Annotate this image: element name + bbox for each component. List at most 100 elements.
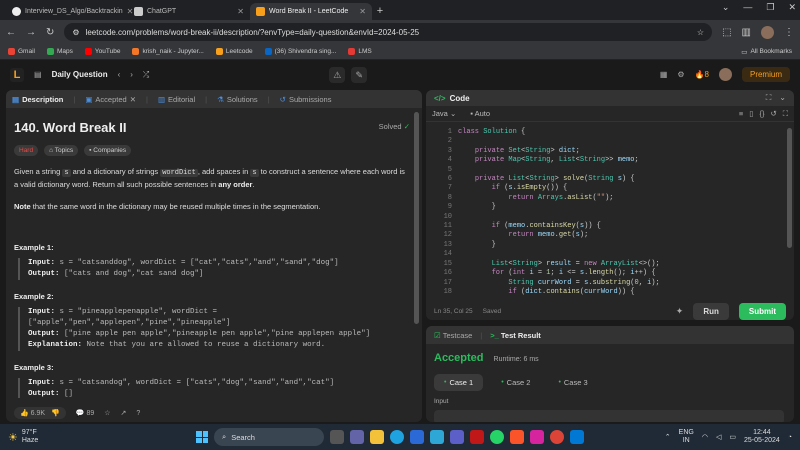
notification-icon[interactable]: ◔ bbox=[788, 434, 792, 441]
bookmark-icon[interactable]: ▯ bbox=[749, 109, 753, 119]
volume-icon[interactable]: ◁ bbox=[716, 433, 721, 441]
leetcode-logo-icon[interactable]: L bbox=[10, 67, 24, 82]
bookmark-leetcode[interactable]: Leetcode bbox=[215, 48, 253, 55]
auto-mode-toggle[interactable]: ▪ Auto bbox=[470, 109, 490, 118]
reload-icon[interactable]: ↻ bbox=[46, 27, 54, 38]
url-bar[interactable]: ⚙ leetcode.com/problems/word-break-ii/de… bbox=[64, 23, 713, 41]
debug-icon[interactable]: ⚠ bbox=[329, 66, 346, 83]
whatsapp-icon[interactable] bbox=[490, 430, 504, 444]
maximize-icon[interactable]: ⛶ bbox=[766, 93, 772, 103]
language-select[interactable]: Java ⌄ bbox=[432, 109, 456, 118]
format-icon[interactable]: ≡ bbox=[739, 109, 743, 119]
tab-test-result[interactable]: >_ Test Result bbox=[490, 331, 541, 340]
browser-tab-chatgpt[interactable]: ChatGPT ✕ bbox=[128, 3, 250, 20]
url-text[interactable]: leetcode.com/problems/word-break-ii/desc… bbox=[86, 28, 691, 37]
collapse-icon[interactable]: ⌄ bbox=[779, 93, 786, 103]
tab-search-icon[interactable]: ⌄ bbox=[722, 2, 730, 13]
bookmark-jupyter[interactable]: krish_naik - Jupyter... bbox=[132, 48, 204, 55]
editor-scrollbar[interactable] bbox=[787, 128, 792, 248]
weather-widget[interactable]: ☀ 97°F Haze bbox=[8, 429, 38, 445]
dislike-button[interactable]: 👎 bbox=[51, 409, 60, 417]
battery-icon[interactable]: ▭ bbox=[729, 433, 736, 441]
menu-icon[interactable]: ⋮ bbox=[784, 27, 794, 38]
topics-badge[interactable]: ⌂ Topics bbox=[44, 145, 79, 156]
taskbar-search[interactable]: ⌕ Search bbox=[214, 428, 324, 446]
vscode-icon[interactable] bbox=[570, 430, 584, 444]
streak-counter[interactable]: 🔥8 bbox=[695, 70, 709, 79]
chrome-icon[interactable] bbox=[550, 430, 564, 444]
sparkle-icon[interactable]: ✦ bbox=[676, 306, 684, 317]
file-explorer-icon[interactable] bbox=[370, 430, 384, 444]
submit-button[interactable]: Submit bbox=[738, 302, 786, 320]
premium-button[interactable]: Premium bbox=[741, 67, 790, 82]
reset-icon[interactable]: ↺ bbox=[770, 109, 776, 119]
share-icon[interactable]: ↗ bbox=[121, 409, 127, 417]
bookmark-linkedin[interactable]: (36) Shivendra sing... bbox=[264, 48, 336, 55]
code-text[interactable]: class Solution { private Set<String> dic… bbox=[458, 128, 660, 297]
shuffle-icon[interactable]: ⤮ bbox=[143, 70, 149, 80]
fullscreen-icon[interactable]: ⛶ bbox=[783, 109, 788, 119]
tab-submissions[interactable]: ↺ Submissions bbox=[280, 95, 332, 104]
side-panel-icon[interactable]: ▥ bbox=[742, 27, 751, 38]
tab-editorial[interactable]: ▥ Editorial bbox=[158, 95, 195, 104]
tab-testcase[interactable]: ☑ Testcase bbox=[434, 331, 472, 340]
extensions-icon[interactable]: ⬚ bbox=[722, 27, 731, 38]
bookmark-youtube[interactable]: YouTube bbox=[84, 48, 120, 55]
browser-tab-leetcode[interactable]: Word Break II - LeetCode ✕ bbox=[250, 3, 372, 20]
instagram-icon[interactable] bbox=[530, 430, 544, 444]
notes-icon[interactable]: ✎ bbox=[351, 66, 368, 83]
edge-icon[interactable] bbox=[390, 430, 404, 444]
settings-icon[interactable]: ⚙ bbox=[677, 70, 684, 79]
tab-solutions[interactable]: ⚗ Solutions bbox=[217, 95, 258, 104]
minimize-icon[interactable]: — bbox=[743, 2, 752, 13]
windows-start-icon[interactable] bbox=[196, 431, 208, 443]
problem-list-icon[interactable]: ▤ bbox=[34, 70, 42, 79]
forward-icon[interactable]: → bbox=[26, 27, 36, 38]
restore-icon[interactable]: ❐ bbox=[766, 2, 774, 13]
next-problem-icon[interactable]: › bbox=[130, 70, 133, 79]
case-1-tab[interactable]: • Case 1 bbox=[434, 374, 484, 391]
tab-description[interactable]: ▤ Description bbox=[12, 95, 63, 104]
teams-icon[interactable] bbox=[350, 430, 364, 444]
description-scrollbar[interactable] bbox=[414, 112, 419, 324]
code-editor[interactable]: 1 2 3 4 5 6 7 8 9 10 11 12 13 14 15 16 1… bbox=[426, 124, 794, 302]
photos-icon[interactable] bbox=[430, 430, 444, 444]
braces-icon[interactable]: {} bbox=[759, 109, 764, 119]
tab-accepted[interactable]: ▣ Accepted ✕ bbox=[85, 95, 136, 104]
user-avatar[interactable] bbox=[718, 68, 732, 81]
all-bookmarks[interactable]: ▭ All Bookmarks bbox=[741, 48, 792, 56]
new-tab-button[interactable]: + bbox=[372, 3, 388, 20]
site-info-icon[interactable]: ⚙ bbox=[72, 28, 79, 37]
bookmark-star-icon[interactable]: ☆ bbox=[697, 28, 704, 37]
close-window-icon[interactable]: ✕ bbox=[788, 2, 796, 13]
task-view-icon[interactable] bbox=[330, 430, 344, 444]
favorite-star-icon[interactable]: ☆ bbox=[104, 409, 110, 417]
language-indicator[interactable]: ENG IN bbox=[679, 429, 694, 445]
store-icon[interactable] bbox=[410, 430, 424, 444]
browser-tab-github[interactable]: Interview_DS_Algo/Backtrackin ✕ bbox=[6, 3, 133, 20]
case-3-tab[interactable]: • Case 3 bbox=[548, 374, 597, 391]
wifi-icon[interactable]: ◠ bbox=[702, 433, 708, 441]
daily-question-title[interactable]: Daily Question bbox=[52, 70, 108, 79]
case-2-tab[interactable]: • Case 2 bbox=[491, 374, 540, 391]
bookmark-maps[interactable]: Maps bbox=[46, 48, 73, 55]
companies-badge[interactable]: ▪ Companies bbox=[84, 145, 132, 156]
editor-app-icon[interactable] bbox=[450, 430, 464, 444]
like-button[interactable]: 👍 6.9K bbox=[20, 409, 45, 417]
help-icon[interactable]: ? bbox=[136, 410, 140, 417]
bookmark-lms[interactable]: LMS bbox=[348, 48, 372, 55]
brave-icon[interactable] bbox=[510, 430, 524, 444]
prev-problem-icon[interactable]: ‹ bbox=[118, 70, 121, 79]
mcafee-icon[interactable] bbox=[470, 430, 484, 444]
profile-avatar[interactable] bbox=[761, 25, 774, 39]
bookmark-gmail[interactable]: Gmail bbox=[8, 48, 35, 55]
run-button[interactable]: Run bbox=[693, 302, 729, 320]
back-icon[interactable]: ← bbox=[6, 27, 16, 38]
clock[interactable]: 12:44 25-05-2024 bbox=[744, 429, 780, 445]
close-icon[interactable]: ✕ bbox=[237, 7, 244, 16]
comments-button[interactable]: 💬 89 bbox=[76, 409, 94, 417]
close-icon[interactable]: ✕ bbox=[359, 7, 366, 16]
close-icon[interactable]: ✕ bbox=[130, 95, 136, 104]
layout-icon[interactable]: ▦ bbox=[660, 70, 668, 79]
chevron-up-icon[interactable]: ⌃ bbox=[665, 433, 671, 441]
